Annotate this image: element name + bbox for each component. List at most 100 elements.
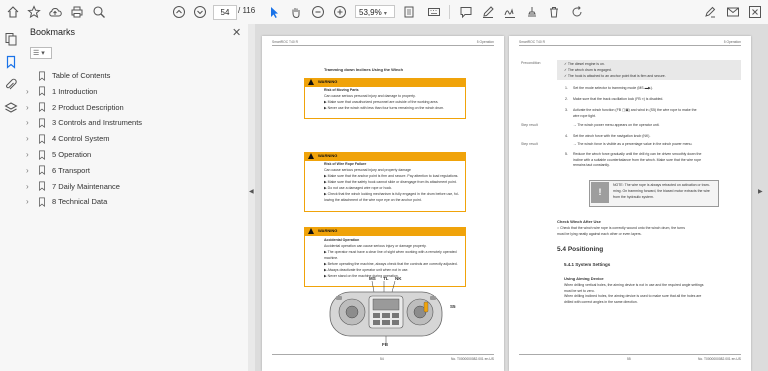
body-text: from the hydraulic system. <box>613 195 654 199</box>
toolbar-divider <box>449 5 450 19</box>
remote-control-figure <box>329 280 443 343</box>
zoom-out-icon[interactable] <box>311 4 325 20</box>
bookmark-label: 2 Product Description <box>52 102 124 112</box>
page-header-left: SmartROC T40 R <box>519 40 545 44</box>
page-total: / 116 <box>238 6 256 15</box>
cloud-upload-icon[interactable] <box>48 4 62 20</box>
step-text: remains taut constantly. <box>573 163 610 167</box>
collapse-arrow-icon[interactable]: ◀ <box>249 188 254 195</box>
comment-icon[interactable] <box>459 4 473 20</box>
document-viewer[interactable]: SmartROC T40 R 5 Operation Tramming down… <box>255 24 768 371</box>
chevron-right-icon[interactable]: › <box>26 134 36 143</box>
zoom-level-value: 53,9% <box>359 8 382 17</box>
bookmark-icon[interactable] <box>4 55 18 69</box>
step-text: Make sure that the track oscillation loc… <box>573 97 664 101</box>
zoom-in-icon[interactable] <box>333 4 347 20</box>
page-55: SmartROC T40 R 5 Operation Precondition … <box>509 36 751 371</box>
edit-tools-icon[interactable] <box>703 4 717 20</box>
bookmark-item[interactable]: › 2 Product Description <box>26 100 124 115</box>
attachment-icon[interactable] <box>4 78 18 92</box>
warning-header: WARNING <box>304 152 466 160</box>
search-icon[interactable] <box>92 4 106 20</box>
step-text: Set the mode selector to tramming mode (… <box>573 86 653 90</box>
signature-icon[interactable] <box>503 4 517 20</box>
fit-page-icon[interactable] <box>400 4 418 20</box>
bookmark-item[interactable]: › 1 Introduction <box>26 84 97 99</box>
warning-title: Risk of Wire Rope Failure <box>324 162 367 166</box>
bookmark-icon <box>36 149 48 160</box>
bookmark-item[interactable]: › 6 Transport <box>26 163 90 178</box>
warning-icon <box>308 153 314 159</box>
stamp-icon[interactable] <box>525 4 539 20</box>
body-text: ▶ Make sure that the anchor point is fir… <box>324 174 459 178</box>
page-54: SmartROC T40 R 5 Operation Tramming down… <box>262 36 504 371</box>
collapse-right-arrow-icon[interactable]: ▶ <box>758 188 763 195</box>
bookmark-icon <box>36 181 48 192</box>
chevron-right-icon[interactable]: › <box>26 150 36 159</box>
warning-icon <box>308 79 314 85</box>
warning-header: WARNING <box>304 227 466 235</box>
chevron-right-icon[interactable]: › <box>26 118 36 127</box>
pen-icon[interactable] <box>481 4 495 20</box>
rotate-icon[interactable] <box>570 4 584 20</box>
page-header-right: 5 Operation <box>723 40 741 44</box>
page-header-left: SmartROC T40 R <box>272 40 298 44</box>
star-icon[interactable] <box>27 4 41 20</box>
zoom-level-select[interactable]: 53,9% ▾ <box>355 5 395 18</box>
step-number: 3. <box>565 108 568 112</box>
header-rule <box>272 45 494 46</box>
bookmark-item[interactable]: › 3 Controls and Instruments <box>26 115 142 130</box>
bookmark-item[interactable]: › 4 Control System <box>26 131 110 146</box>
chevron-right-icon[interactable]: › <box>26 197 36 206</box>
body-text: ▶ Check that the winch locking mechanism… <box>324 192 459 196</box>
body-text: ▶ Make sure that the safety hook cannot … <box>324 180 457 184</box>
close-icon[interactable]: ✕ <box>232 26 241 39</box>
body-text: machine. <box>324 256 339 260</box>
navigation-rail <box>0 24 23 371</box>
warning-label: WARNING <box>318 153 338 158</box>
bookmark-item[interactable]: › 5 Operation <box>26 147 91 162</box>
step-text: wire rope tight. <box>573 113 596 118</box>
bookmark-item[interactable]: › 7 Daily Maintenance <box>26 179 120 194</box>
bookmarks-panel: Bookmarks ✕ ☰ ▾ Table of Contents › 1 Intr… <box>22 24 249 371</box>
keyboard-icon[interactable] <box>426 4 442 20</box>
mail-icon[interactable] <box>726 4 740 20</box>
document-number: No. T0000000082.001 en-US <box>697 357 741 361</box>
chevron-right-icon[interactable]: › <box>26 87 36 96</box>
warning-title: Accidental Operation <box>324 238 360 242</box>
body-text: ✓ The diesel engine is on. <box>564 62 605 66</box>
page-header-right: 5 Operation <box>476 40 494 44</box>
bookmark-icon <box>36 165 48 176</box>
bookmark-label: 8 Technical Data <box>52 197 108 207</box>
bookmark-item[interactable]: › 8 Technical Data <box>26 194 107 209</box>
delete-icon[interactable] <box>547 4 561 20</box>
layers-icon[interactable] <box>4 101 18 115</box>
body-text: ▶ Never use the winch with less than fou… <box>324 106 445 110</box>
toolbar: 54 / 116 53,9% ▾ <box>0 0 768 25</box>
body-text: ○ Check that the winch wire rope is corr… <box>557 226 685 230</box>
panel-resize-handle[interactable]: ◀ <box>248 24 255 371</box>
body-text: Accidental operation can cause serious i… <box>324 244 427 248</box>
home-icon[interactable] <box>6 4 20 20</box>
select-tool-icon[interactable] <box>267 4 281 20</box>
page-number: 55 <box>627 357 631 361</box>
body-text: Can cause serious personal injury and pr… <box>324 168 411 172</box>
chevron-right-icon[interactable]: › <box>26 166 36 175</box>
footer-rule <box>272 354 494 355</box>
chevron-right-icon[interactable]: › <box>26 103 36 112</box>
previous-page-icon[interactable] <box>172 4 186 20</box>
aim-title: Using Aiming Device <box>564 276 604 281</box>
next-page-icon[interactable] <box>193 4 207 20</box>
document-number: No. T0000000082.001 en-US <box>450 357 494 361</box>
bookmark-options-button[interactable]: ☰ ▾ <box>30 47 52 59</box>
pages-icon[interactable] <box>4 32 18 46</box>
body-text: lowing the attachment of the wire rope e… <box>324 198 422 202</box>
chevron-right-icon[interactable]: › <box>26 182 36 191</box>
print-icon[interactable] <box>70 4 84 20</box>
hand-tool-icon[interactable] <box>289 4 303 20</box>
close-document-icon[interactable] <box>748 4 762 20</box>
page-number-input[interactable]: 54 <box>213 5 237 20</box>
body-text: ▶ Make sure that unauthorized personnel … <box>324 100 439 104</box>
header-rule <box>519 45 741 46</box>
bookmark-item[interactable]: Table of Contents <box>26 68 110 83</box>
